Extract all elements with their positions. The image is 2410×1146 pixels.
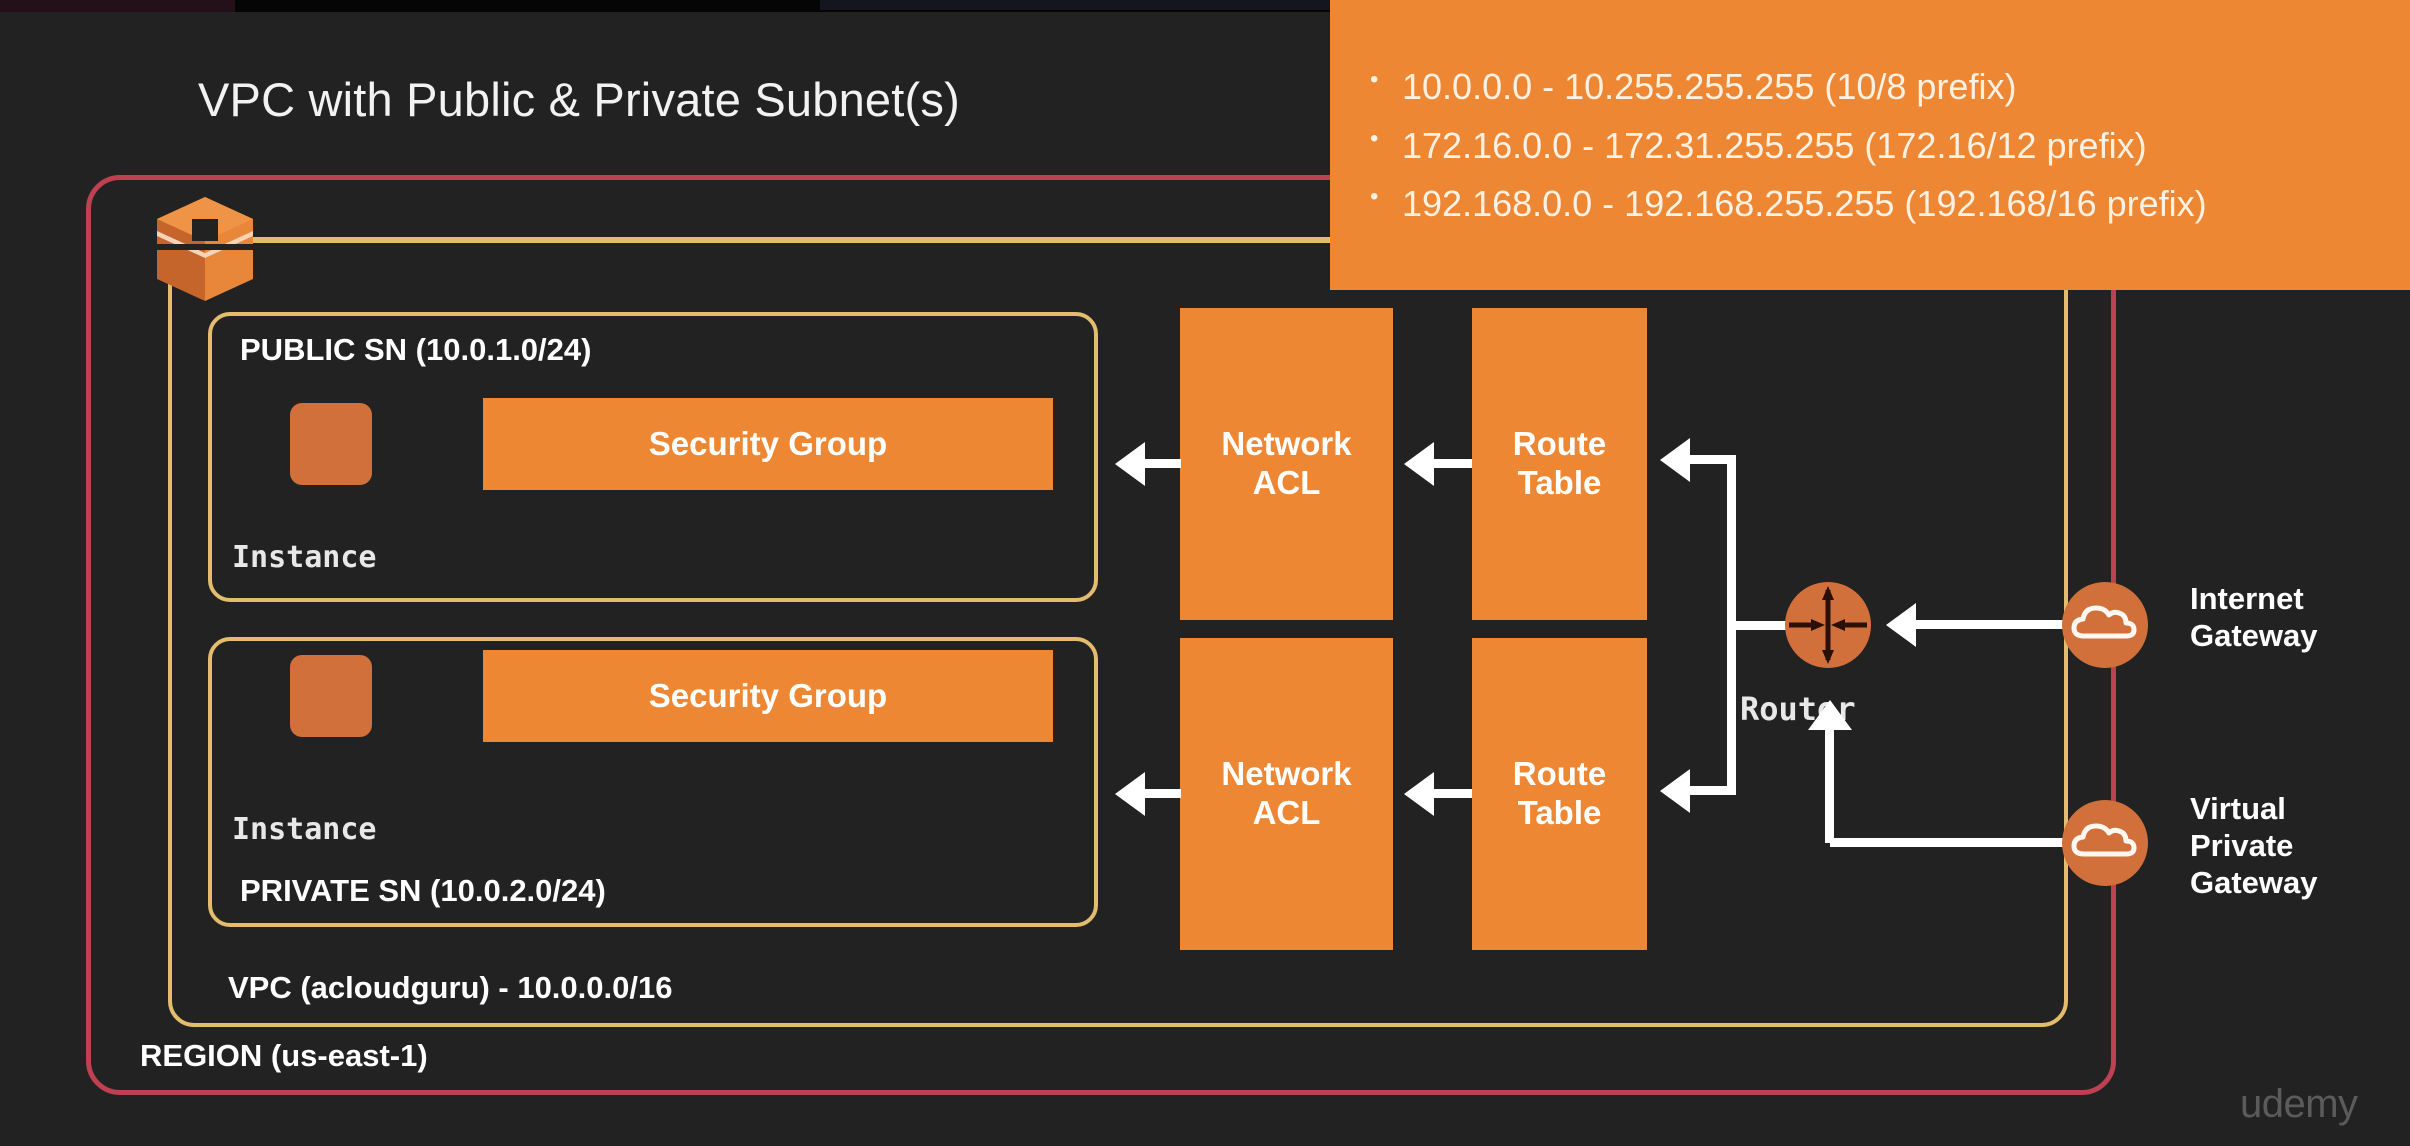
virtual-private-gateway-icon xyxy=(2062,800,2148,886)
arrow-nacl-to-public-subnet xyxy=(1115,442,1145,486)
router-connector-stub xyxy=(1727,621,1789,630)
private-network-acl: Network ACL xyxy=(1180,638,1393,950)
arrow-stem-vpg-horizontal xyxy=(1830,838,2070,847)
virtual-private-gateway-label-line3: Gateway xyxy=(2190,865,2318,901)
virtual-private-gateway-label-line2: Private xyxy=(2190,828,2294,864)
private-ip-ranges-list: 10.0.0.0 - 10.255.255.255 (10/8 prefix) … xyxy=(1360,58,2410,234)
arrow-stem-nacl-public xyxy=(1145,459,1181,468)
instance-square-icon-private xyxy=(290,655,372,737)
private-route-table-label-line1: Route xyxy=(1512,755,1607,793)
public-subnet-label: PUBLIC SN (10.0.1.0/24) xyxy=(240,332,592,367)
internet-gateway-label-line2: Gateway xyxy=(2190,618,2318,654)
private-nacl-label-line1: Network xyxy=(1221,755,1352,793)
arrow-vpg-to-router xyxy=(1808,700,1852,730)
public-instance-label: Instance xyxy=(232,540,377,575)
public-route-table-label-line1: Route xyxy=(1512,425,1607,463)
slide-canvas: VPC with Public & Private Subnet(s) REGI… xyxy=(0,0,2410,1146)
private-subnet-label: PRIVATE SN (10.0.2.0/24) xyxy=(240,873,606,908)
router-circle-icon xyxy=(1785,582,1871,668)
internet-gateway-label-line1: Internet xyxy=(2190,581,2304,616)
arrow-nacl-to-private-subnet xyxy=(1115,772,1145,816)
arrow-router-to-private-route-table xyxy=(1660,769,1690,813)
internet-gateway-icon xyxy=(2062,582,2148,668)
public-security-group-label: Security Group xyxy=(648,425,888,462)
arrow-igw-to-router xyxy=(1886,603,1916,647)
arrow-stem-igw-router xyxy=(1916,620,2066,629)
virtual-private-gateway-label: Virtual Private Gateway xyxy=(2190,790,2318,902)
private-ip-ranges-panel: 10.0.0.0 - 10.255.255.255 (10/8 prefix) … xyxy=(1330,0,2410,290)
internet-gateway-label: Internet Gateway xyxy=(2190,580,2318,654)
arrow-stem-nacl-private xyxy=(1145,789,1181,798)
public-nacl-label-line1: Network xyxy=(1221,425,1352,463)
arrow-stem-rt-nacl-public xyxy=(1434,459,1472,468)
udemy-watermark: udemy xyxy=(2240,1082,2358,1126)
public-route-table-label-line2: Table xyxy=(1517,464,1602,501)
public-security-group: Security Group xyxy=(483,398,1053,490)
aws-cube-icon xyxy=(152,195,258,310)
private-route-table-label-line2: Table xyxy=(1517,794,1602,831)
private-route-table: Route Table xyxy=(1472,638,1647,950)
private-instance-label: Instance xyxy=(232,812,377,847)
router-bracket-branch-upper xyxy=(1690,455,1736,464)
public-network-acl: Network ACL xyxy=(1180,308,1393,620)
router-bracket-branch-lower xyxy=(1690,786,1736,795)
instance-square-icon-public xyxy=(290,403,372,485)
private-security-group: Security Group xyxy=(483,650,1053,742)
arrow-stem-rt-nacl-private xyxy=(1434,789,1472,798)
vpc-label: VPC (acloudguru) - 10.0.0.0/16 xyxy=(228,970,673,1005)
arrow-rt-to-nacl-private xyxy=(1404,772,1434,816)
chrome-segment-center xyxy=(820,0,1380,10)
arrow-rt-to-nacl-public xyxy=(1404,442,1434,486)
public-nacl-label-line2: ACL xyxy=(1252,464,1321,501)
list-item: 10.0.0.0 - 10.255.255.255 (10/8 prefix) xyxy=(1370,58,2410,117)
chrome-segment-left xyxy=(0,0,235,12)
private-nacl-label-line2: ACL xyxy=(1252,794,1321,831)
list-item: 172.16.0.0 - 172.31.255.255 (172.16/12 p… xyxy=(1370,117,2410,176)
public-route-table: Route Table xyxy=(1472,308,1647,620)
region-label: REGION (us-east-1) xyxy=(140,1038,428,1073)
page-title: VPC with Public & Private Subnet(s) xyxy=(198,73,960,126)
virtual-private-gateway-label-line1: Virtual xyxy=(2190,791,2286,826)
arrow-stem-vpg-vertical xyxy=(1825,730,1834,843)
private-security-group-label: Security Group xyxy=(648,677,888,714)
arrow-router-to-public-route-table xyxy=(1660,438,1690,482)
list-item: 192.168.0.0 - 192.168.255.255 (192.168/1… xyxy=(1370,175,2410,234)
